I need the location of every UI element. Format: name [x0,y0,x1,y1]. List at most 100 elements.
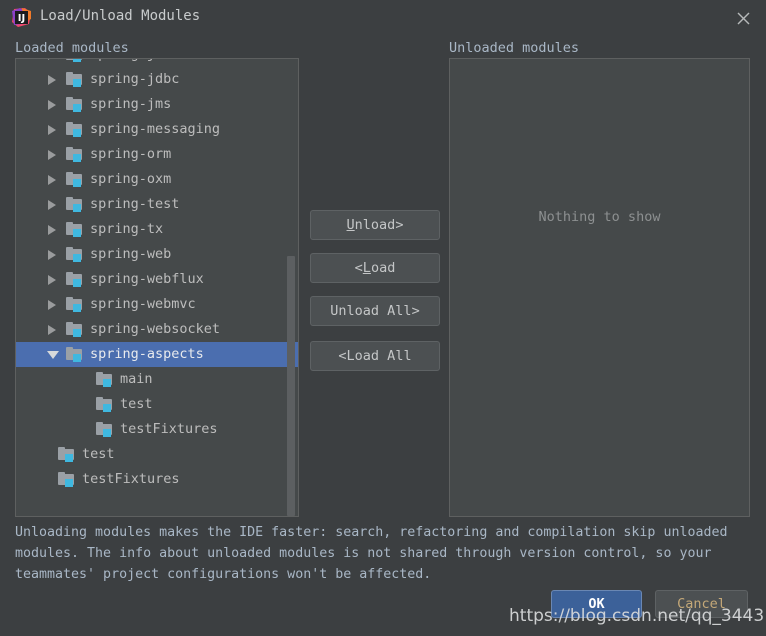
module-folder-icon [66,272,83,287]
unload-all-button-label: Unload All [330,303,412,319]
module-folder-icon [66,197,83,212]
module-folder-icon [66,147,83,162]
unload-button-label: nload [354,217,396,233]
tree-viewport: spring-jcl spring-jdbc spring-jms spring-me… [16,59,298,516]
chevron-right-icon[interactable] [46,273,60,287]
scrollbar-thumb[interactable] [287,256,295,516]
module-folder-icon [66,297,83,312]
module-folder-icon [96,372,113,387]
unload-button-mnemonic: U [346,217,355,233]
tree-row[interactable]: spring-aspects [16,342,298,367]
info-description: Unloading modules makes the IDE faster: … [15,525,728,582]
tree-row[interactable]: spring-webflux [16,267,298,292]
tree-row-label: spring-aspects [90,345,204,362]
load-unload-modules-dialog: IJ Load/Unload Modules Loaded modules Un… [0,0,766,636]
module-folder-icon [66,247,83,262]
tree-row[interactable]: spring-orm [16,142,298,167]
tree-row-label: spring-jdbc [90,70,180,87]
unloaded-modules-list[interactable]: Nothing to show [449,58,750,517]
tree-row[interactable]: spring-jdbc [16,67,298,92]
tree-row-label: main [120,370,153,387]
load-all-button[interactable]: < Load All [310,341,440,371]
module-folder-icon [66,347,83,362]
loaded-modules-tree[interactable]: spring-jcl spring-jdbc spring-jms spring-me… [15,58,299,517]
tree-row-label: spring-messaging [90,120,221,137]
tree-row[interactable]: spring-jms [16,92,298,117]
chevron-right-icon[interactable] [46,173,60,187]
svg-text:IJ: IJ [18,13,25,24]
chevron-right-icon[interactable] [46,98,60,112]
module-folder-icon [66,59,83,62]
tree-row-label: testFixtures [82,470,180,487]
tree-row-label: spring-web [90,245,172,262]
module-folder-icon [66,322,83,337]
tree-row-label: spring-webflux [90,270,204,287]
module-folder-icon [66,122,83,137]
tree-row[interactable]: spring-jcl [16,59,298,67]
tree-row-label: spring-websocket [90,320,221,337]
tree-row-label: spring-jcl [90,59,171,61]
tree-row-label: test [120,395,153,412]
tree-row-label: spring-test [90,195,180,212]
chevron-right-icon[interactable] [46,198,60,212]
chevron-right-icon[interactable] [46,298,60,312]
close-icon[interactable] [720,0,766,36]
tree-row-label: testFixtures [120,420,218,437]
unload-all-button[interactable]: Unload All > [310,296,440,326]
chevron-right-icon[interactable] [46,323,60,337]
module-folder-icon [58,472,75,487]
unload-button[interactable]: Unload > [310,210,440,240]
tree-row[interactable]: spring-websocket [16,317,298,342]
chevron-right-icon[interactable] [46,59,60,62]
load-button-prefix: < [354,260,363,276]
tree-row-label: spring-webmvc [90,295,196,312]
chevron-right-icon[interactable] [46,248,60,262]
tree-row[interactable]: test [16,442,298,467]
tree-row[interactable]: spring-tx [16,217,298,242]
unload-all-button-suffix: > [411,303,420,319]
tree-row[interactable]: test [16,392,298,417]
load-button-mnemonic: L [362,260,371,276]
dialog-title: Load/Unload Modules [40,8,201,24]
chevron-right-icon[interactable] [46,223,60,237]
module-folder-icon [66,97,83,112]
tree-row[interactable]: spring-oxm [16,167,298,192]
load-button[interactable]: < Load [310,253,440,283]
module-folder-icon [66,72,83,87]
tree-row-label: test [82,445,115,462]
tree-row[interactable]: spring-web [16,242,298,267]
tree-row[interactable]: spring-webmvc [16,292,298,317]
unload-button-suffix: > [395,217,404,233]
vertical-scrollbar[interactable] [287,60,297,516]
chevron-right-icon[interactable] [46,73,60,87]
watermark-url: https://blog.csdn.net/qq_34431921 [509,606,766,626]
tree-row[interactable]: testFixtures [16,417,298,442]
loaded-modules-label: Loaded modules [15,40,129,56]
module-folder-icon [58,447,75,462]
unloaded-modules-label: Unloaded modules [449,40,580,56]
tree-row[interactable]: testFixtures [16,467,298,492]
module-folder-icon [96,397,113,412]
load-button-label: oad [370,260,396,276]
tree-row[interactable]: main [16,367,298,392]
module-folder-icon [66,222,83,237]
module-folder-icon [66,172,83,187]
chevron-down-icon[interactable] [46,348,60,362]
tree-row-label: spring-oxm [90,170,172,187]
tree-row-label: spring-tx [90,220,164,237]
tree-row[interactable]: spring-messaging [16,117,298,142]
intellij-idea-icon: IJ [11,7,32,28]
title-bar: IJ Load/Unload Modules [0,0,766,36]
empty-state-text: Nothing to show [538,209,661,225]
chevron-right-icon[interactable] [46,123,60,137]
tree-rows: spring-jcl spring-jdbc spring-jms spring-me… [16,59,298,492]
tree-row[interactable]: spring-test [16,192,298,217]
chevron-right-icon[interactable] [46,148,60,162]
tree-row-label: spring-jms [90,95,172,112]
tree-row-label: spring-orm [90,145,172,162]
load-all-button-prefix: < [338,348,347,364]
